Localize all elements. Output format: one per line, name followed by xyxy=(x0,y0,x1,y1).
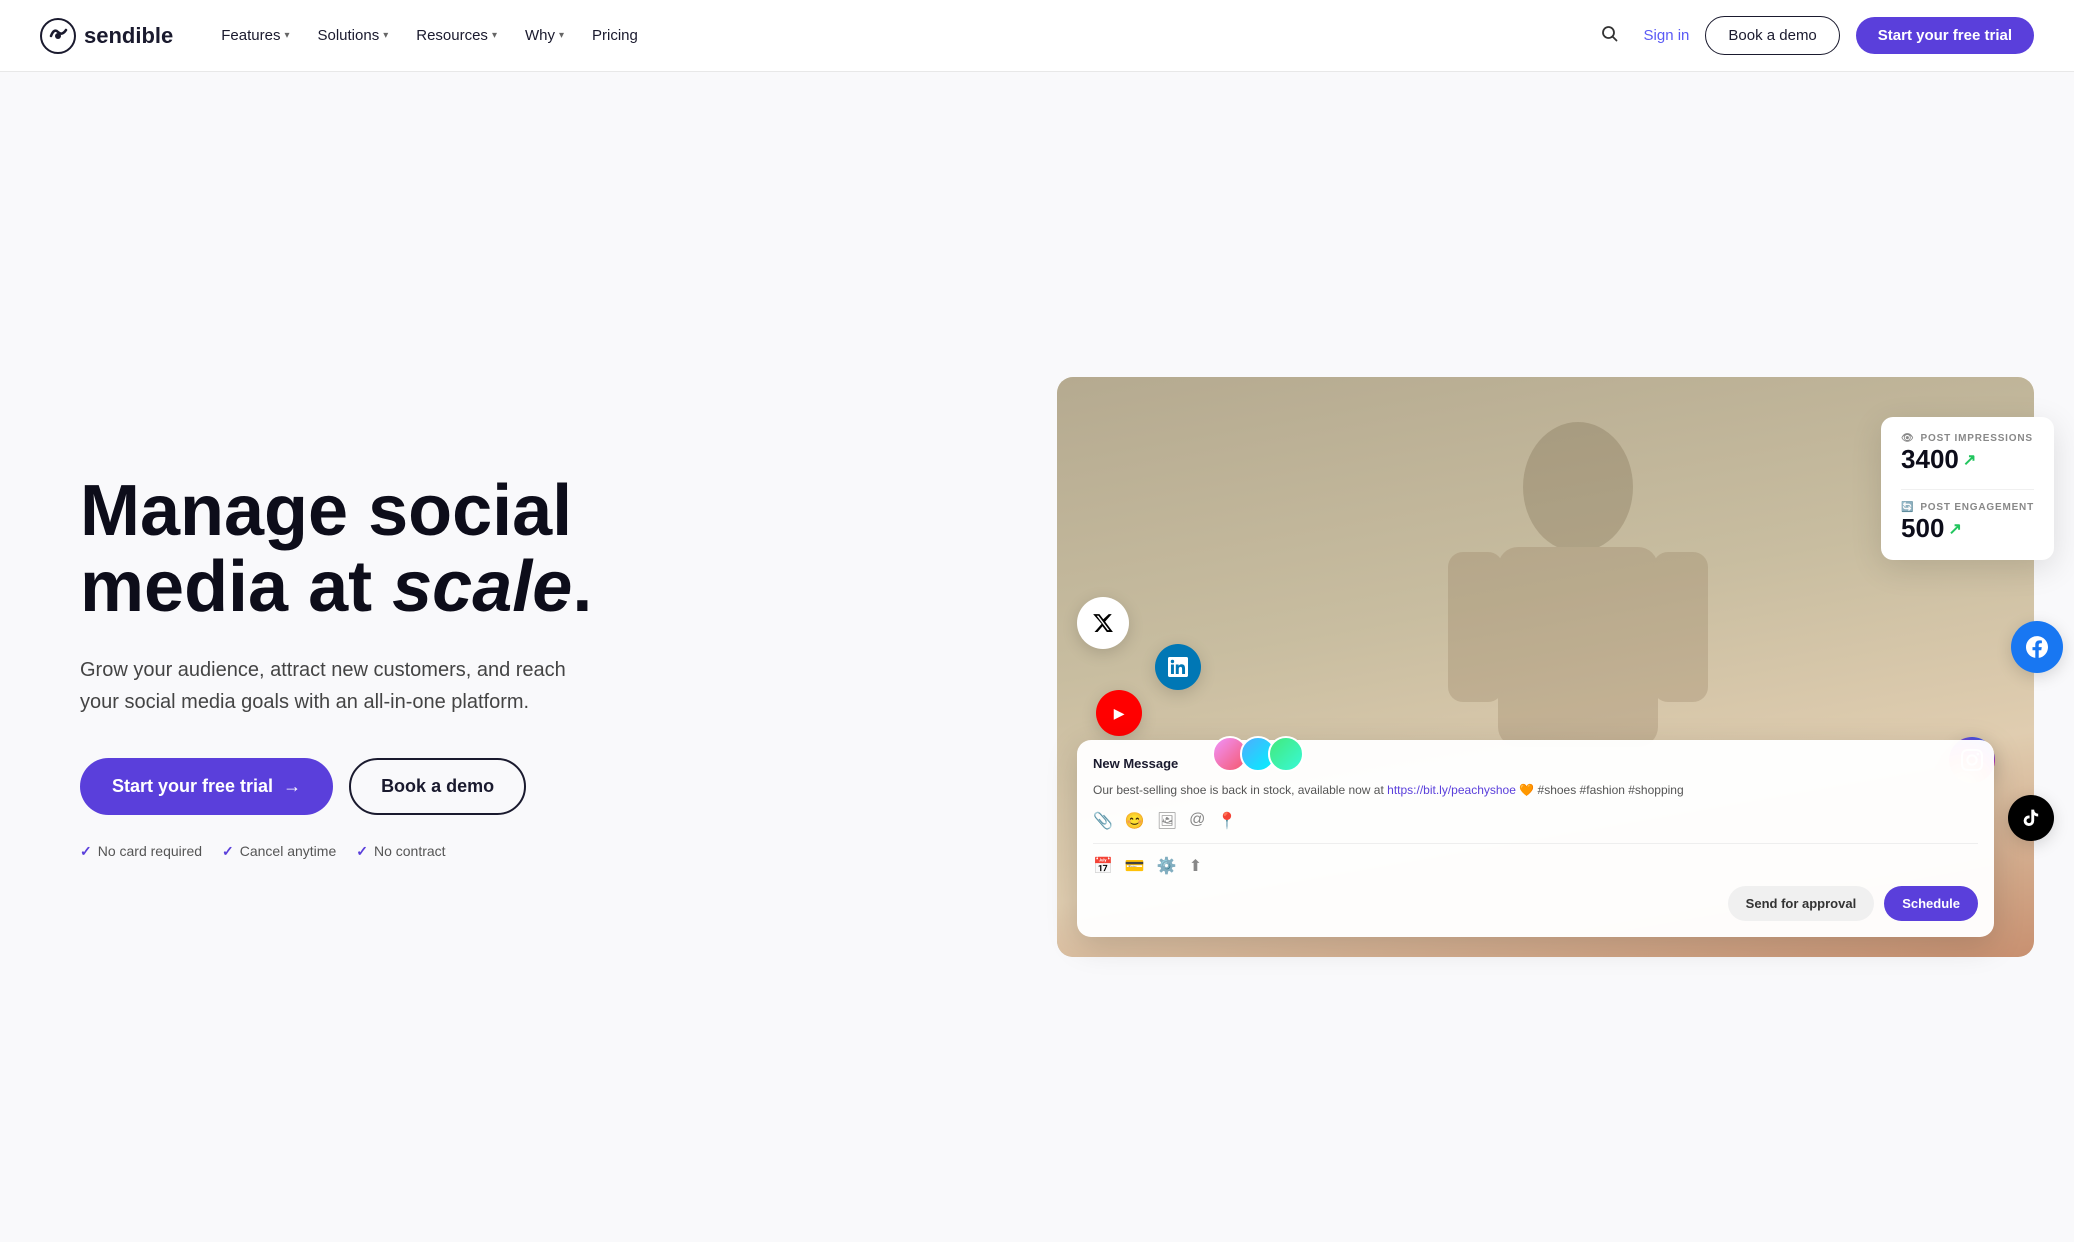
nav-why[interactable]: Why ▾ xyxy=(513,19,576,52)
calendar-icon[interactable]: 📅 xyxy=(1093,856,1113,876)
chevron-down-icon: ▾ xyxy=(492,30,497,41)
hero-left: Manage social media at scale. Grow your … xyxy=(80,474,660,859)
facebook-icon xyxy=(2011,621,2063,673)
location-icon[interactable]: 📍 xyxy=(1217,811,1237,831)
credit-card-icon[interactable]: 💳 xyxy=(1125,856,1145,876)
engagement-icon: 🔄 xyxy=(1901,502,1914,513)
post-impressions-row: 👁 POST IMPRESSIONS 3400 ↗ xyxy=(1901,433,2034,475)
book-demo-nav-button[interactable]: Book a demo xyxy=(1705,16,1839,55)
check-icon: ✓ xyxy=(222,843,234,860)
trust-no-contract: ✓ No contract xyxy=(356,843,445,860)
nav-features[interactable]: Features ▾ xyxy=(209,19,301,52)
hero-title: Manage social media at scale. xyxy=(80,474,660,625)
trust-no-card: ✓ No card required xyxy=(80,843,202,860)
nav-links: Features ▾ Solutions ▾ Resources ▾ Why ▾… xyxy=(209,19,650,52)
attach-icon[interactable]: 📎 xyxy=(1093,811,1113,831)
stats-card: 👁 POST IMPRESSIONS 3400 ↗ 🔄 POST ENGAGEM… xyxy=(1881,417,2054,560)
book-demo-hero-button[interactable]: Book a demo xyxy=(349,758,526,815)
nav-left: sendible Features ▾ Solutions ▾ Resource… xyxy=(40,18,650,54)
navbar: sendible Features ▾ Solutions ▾ Resource… xyxy=(0,0,2074,72)
nav-solutions[interactable]: Solutions ▾ xyxy=(305,19,400,52)
hero-section: Manage social media at scale. Grow your … xyxy=(0,72,2074,1242)
message-format-toolbar: 📎 😊 🖼 @ 📍 xyxy=(1093,811,1978,831)
image-icon[interactable]: 🖼 xyxy=(1157,811,1177,831)
trending-up-icon: ↗ xyxy=(1963,450,1976,470)
chevron-down-icon: ▾ xyxy=(383,30,388,41)
nav-right: Sign in Book a demo Start your free tria… xyxy=(1592,16,2034,55)
settings-icon[interactable]: ⚙️ xyxy=(1157,856,1177,876)
person-silhouette xyxy=(1418,397,1738,777)
message-link: https://bit.ly/peachyshoe xyxy=(1387,783,1516,797)
chevron-down-icon: ▾ xyxy=(284,30,289,41)
nav-resources[interactable]: Resources ▾ xyxy=(404,19,509,52)
linkedin-icon xyxy=(1155,644,1201,690)
emoji-icon[interactable]: 😊 xyxy=(1125,811,1145,831)
message-divider xyxy=(1093,843,1978,844)
send-for-approval-button[interactable]: Send for approval xyxy=(1728,886,1875,921)
trust-cancel: ✓ Cancel anytime xyxy=(222,843,336,860)
nav-pricing[interactable]: Pricing xyxy=(580,19,650,52)
message-body: Our best-selling shoe is back in stock, … xyxy=(1093,781,1978,799)
schedule-button[interactable]: Schedule xyxy=(1884,886,1978,921)
eye-icon: 👁 xyxy=(1901,433,1915,444)
twitter-x-icon xyxy=(1077,597,1129,649)
share-icon[interactable]: ⬆ xyxy=(1189,856,1202,876)
collaborators-avatars xyxy=(1212,736,1304,772)
brand-name: sendible xyxy=(84,23,173,49)
start-trial-nav-button[interactable]: Start your free trial xyxy=(1856,17,2034,54)
tiktok-icon xyxy=(2008,795,2054,841)
avatar xyxy=(1268,736,1304,772)
message-action-buttons: Send for approval Schedule xyxy=(1093,886,1978,921)
check-icon: ✓ xyxy=(356,843,368,860)
search-icon xyxy=(1600,24,1620,44)
check-icon: ✓ xyxy=(80,843,92,860)
message-bottom-toolbar: 📅 💳 ⚙️ ⬆ xyxy=(1093,856,1978,876)
hero-subtitle: Grow your audience, attract new customer… xyxy=(80,654,600,718)
at-icon[interactable]: @ xyxy=(1189,811,1205,831)
hero-right: 👁 POST IMPRESSIONS 3400 ↗ 🔄 POST ENGAGEM… xyxy=(1057,377,2034,957)
chevron-down-icon: ▾ xyxy=(559,30,564,41)
youtube-icon: ▶ xyxy=(1096,690,1142,736)
trending-up-icon: ↗ xyxy=(1948,519,1961,539)
start-trial-hero-button[interactable]: Start your free trial → xyxy=(80,758,333,815)
arrow-right-icon: → xyxy=(283,776,301,797)
hero-buttons: Start your free trial → Book a demo xyxy=(80,758,660,815)
stats-divider xyxy=(1901,489,2034,490)
search-button[interactable] xyxy=(1592,16,1628,55)
logo[interactable]: sendible xyxy=(40,18,173,54)
trust-badges: ✓ No card required ✓ Cancel anytime ✓ No… xyxy=(80,843,660,860)
sign-in-button[interactable]: Sign in xyxy=(1644,27,1690,44)
post-engagement-row: 🔄 POST ENGAGEMENT 500 ↗ xyxy=(1901,502,2034,544)
